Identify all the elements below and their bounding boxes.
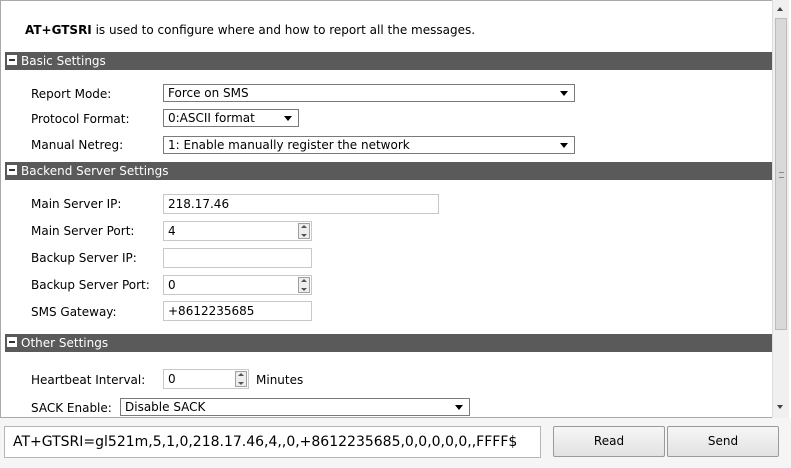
heartbeat-interval-label: Heartbeat Interval: <box>31 373 146 387</box>
protocol-format-label: Protocol Format: <box>31 112 130 126</box>
read-button[interactable]: Read <box>553 426 665 457</box>
section-backend-title: Backend Server Settings <box>21 164 169 178</box>
intro-text: AT+GTSRI is used to configure where and … <box>25 23 475 37</box>
sack-enable-label: SACK Enable: <box>31 401 112 415</box>
spinner-icon[interactable] <box>235 371 247 387</box>
sms-gateway-label: SMS Gateway: <box>31 305 117 319</box>
intro-description: is used to configure where and how to re… <box>91 23 476 37</box>
backup-server-port-label: Backup Server Port: <box>31 278 150 292</box>
section-other-settings[interactable]: Other Settings <box>5 334 772 352</box>
heartbeat-interval-stepper[interactable]: 0 <box>163 369 249 389</box>
manual-netreg-select[interactable]: 1: Enable manually register the network <box>163 136 575 154</box>
grip-icon <box>779 172 784 178</box>
settings-panel: AT+GTSRI is used to configure where and … <box>0 0 772 418</box>
section-backend-server-settings[interactable]: Backend Server Settings <box>5 162 772 180</box>
scrollbar-thumb[interactable] <box>775 18 787 330</box>
chevron-down-icon <box>560 143 568 148</box>
spinner-icon[interactable] <box>298 223 310 239</box>
send-button[interactable]: Send <box>667 426 779 457</box>
chevron-down-icon <box>284 116 292 121</box>
backup-server-port-value: 0 <box>168 278 176 292</box>
chevron-down-icon <box>455 405 463 410</box>
spinner-icon[interactable] <box>298 277 310 293</box>
section-basic-settings[interactable]: Basic Settings <box>5 52 772 70</box>
sms-gateway-input[interactable]: +8612235685 <box>163 301 312 321</box>
backup-server-port-stepper[interactable]: 0 <box>163 275 312 295</box>
main-server-port-stepper[interactable]: 4 <box>163 221 312 241</box>
heartbeat-interval-value: 0 <box>168 372 176 386</box>
manual-netreg-value: 1: Enable manually register the network <box>168 138 410 152</box>
section-other-title: Other Settings <box>21 336 109 350</box>
report-mode-label: Report Mode: <box>31 87 112 101</box>
backup-server-ip-label: Backup Server IP: <box>31 251 137 265</box>
heartbeat-unit-label: Minutes <box>256 373 304 387</box>
collapse-icon[interactable] <box>7 55 17 65</box>
main-server-port-label: Main Server Port: <box>31 224 135 238</box>
sack-enable-value: Disable SACK <box>125 400 206 414</box>
main-server-ip-label: Main Server IP: <box>31 197 122 211</box>
main-server-port-value: 4 <box>168 224 176 238</box>
main-server-ip-input[interactable]: 218.17.46 <box>163 194 439 214</box>
backup-server-ip-input[interactable] <box>163 248 312 268</box>
report-mode-value: Force on SMS <box>168 86 249 100</box>
intro-command: AT+GTSRI <box>25 23 92 37</box>
collapse-icon[interactable] <box>7 337 17 347</box>
report-mode-select[interactable]: Force on SMS <box>163 84 575 102</box>
scroll-down-icon[interactable] <box>777 405 783 409</box>
protocol-format-value: 0:ASCII format <box>168 111 255 125</box>
protocol-format-select[interactable]: 0:ASCII format <box>163 109 299 127</box>
command-output-field[interactable]: AT+GTSRI=gl521m,5,1,0,218.17.46,4,,0,+86… <box>4 426 541 458</box>
scroll-up-icon[interactable] <box>777 7 783 11</box>
vertical-scrollbar[interactable] <box>772 0 789 418</box>
sack-enable-select[interactable]: Disable SACK <box>120 398 470 416</box>
collapse-icon[interactable] <box>7 165 17 175</box>
manual-netreg-label: Manual Netreg: <box>31 138 124 152</box>
section-basic-title: Basic Settings <box>21 54 106 68</box>
chevron-down-icon <box>560 91 568 96</box>
